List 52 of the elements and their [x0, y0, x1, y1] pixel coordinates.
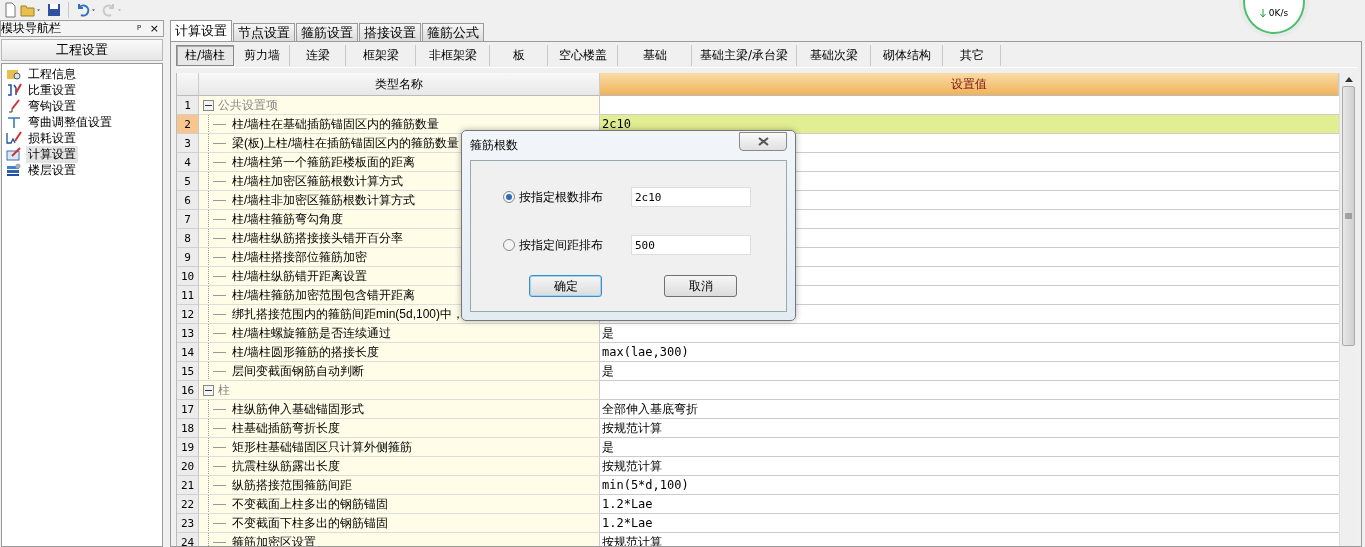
row-number: 8	[177, 229, 199, 248]
row-number: 11	[177, 286, 199, 305]
setting-name: 柱/墙柱非加密区箍筋根数计算方式	[232, 191, 416, 209]
row-number: 15	[177, 362, 199, 381]
row-number: 5	[177, 172, 199, 191]
row-number: 20	[177, 457, 199, 476]
setting-name: 柱/墙柱纵筋错开距离设置	[232, 267, 368, 285]
row-number: 17	[177, 400, 199, 419]
row-number: 24	[177, 533, 199, 546]
column-header: 设置值	[600, 73, 1339, 96]
setting-name: 柱/墙柱在基础插筋锚固区内的箍筋数量	[232, 115, 440, 133]
row-number: 18	[177, 419, 199, 438]
setting-name: 抗震柱纵筋露出长度	[232, 457, 340, 475]
row-number: 3	[177, 134, 199, 153]
setting-name: 柱/墙柱螺旋箍筋是否连续通过	[232, 324, 392, 342]
setting-name: 不变截面上柱多出的钢筋锚固	[232, 495, 388, 513]
row-number: 1	[177, 96, 199, 115]
speed-text: 0K/s	[1268, 8, 1289, 18]
setting-name: 柱/墙柱圆形箍筋的搭接长度	[232, 343, 380, 361]
setting-name: 柱/墙柱第一个箍筋距楼板面的距离	[232, 153, 416, 171]
dialog-title: 箍筋根数	[470, 137, 518, 154]
setting-name: 梁(板)上柱/墙柱在插筋锚固区内的箍筋数量	[232, 134, 460, 152]
row-number: 10	[177, 267, 199, 286]
row-number: 2	[177, 115, 199, 134]
group-label: 柱	[218, 381, 230, 399]
row-number: 14	[177, 343, 199, 362]
column-header: 类型名称	[199, 73, 600, 96]
setting-name: 柱/墙柱纵筋搭接接头错开百分率	[232, 229, 404, 247]
setting-name: 纵筋搭接范围箍筋间距	[232, 476, 352, 494]
row-number: 6	[177, 191, 199, 210]
setting-name: 柱/墙柱箍筋弯勾角度	[232, 210, 344, 228]
row-number: 23	[177, 514, 199, 533]
row-number: 19	[177, 438, 199, 457]
setting-name: 柱基础插筋弯折长度	[232, 419, 340, 437]
row-number: 16	[177, 381, 199, 400]
setting-name: 层间变截面钢筋自动判断	[232, 362, 364, 380]
row-number: 7	[177, 210, 199, 229]
setting-name: 柱纵筋伸入基础锚固形式	[232, 400, 364, 418]
panel-title: 模块导航栏	[1, 20, 62, 37]
setting-name: 柱/墙柱箍筋加密范围包含错开距离	[232, 286, 416, 304]
setting-name: 不变截面下柱多出的钢筋锚固	[232, 514, 388, 532]
row-number: 12	[177, 305, 199, 324]
row-number: 22	[177, 495, 199, 514]
row-number: 21	[177, 476, 199, 495]
group-label: 公共设置项	[218, 96, 278, 114]
setting-name: 矩形柱基础锚固区只计算外侧箍筋	[232, 438, 412, 456]
row-number: 13	[177, 324, 199, 343]
setting-name: 柱/墙柱加密区箍筋根数计算方式	[232, 172, 404, 190]
setting-name: 柱/墙柱搭接部位箍筋加密	[232, 248, 368, 266]
setting-name: 绑扎搭接范围内的箍筋间距min(5d,100)中，	[232, 305, 465, 323]
row-number: 9	[177, 248, 199, 267]
row-number: 4	[177, 153, 199, 172]
